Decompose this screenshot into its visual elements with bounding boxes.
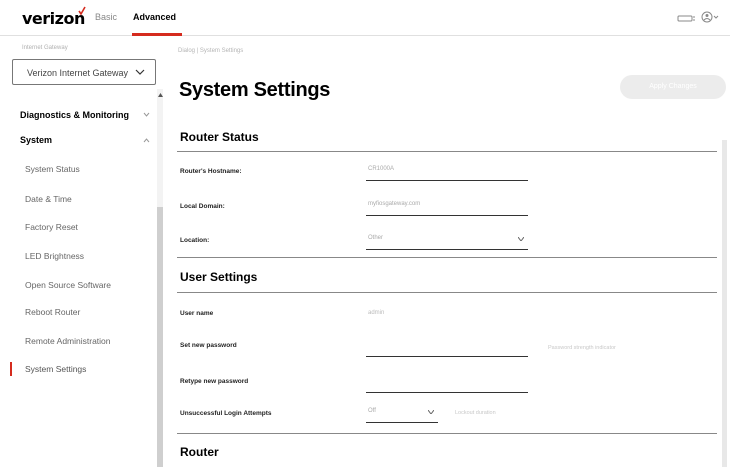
sidebar-item-system-settings[interactable]: System Settings [25,364,86,374]
hostname-label: Router's Hostname: [180,168,242,175]
tab-basic[interactable]: Basic [95,12,117,22]
chevron-down-icon [428,410,434,414]
username-label: User name [180,310,214,317]
sidebar-section-system[interactable]: System [20,135,52,145]
hostname-input[interactable]: CR1000A [366,166,528,181]
retype-password-input[interactable] [366,376,528,393]
sidebar-section-diagnostics[interactable]: Diagnostics & Monitoring [20,110,129,120]
sidebar-item-led-brightness[interactable]: LED Brightness [25,251,84,261]
section-title-user-settings: User Settings [180,270,258,284]
login-attempts-label: Unsuccessful Login Attempts [180,410,272,417]
username-value: admin [368,310,385,316]
lockout-hint: Lockout duration [455,410,496,416]
new-password-input[interactable] [366,340,528,357]
chevron-down-icon [135,69,145,75]
local-domain-label: Local Domain: [180,203,225,210]
apply-button[interactable]: Apply Changes [620,75,726,99]
chevron-up-icon [143,138,150,143]
login-attempts-select[interactable]: Off [366,408,438,423]
chevron-down-icon [143,112,150,117]
sidebar-item-remote-admin[interactable]: Remote Administration [25,336,111,346]
sidebar-caption: Internet Gateway [22,45,68,51]
section-divider [177,257,717,258]
sidebar-scrollbar-thumb[interactable] [157,207,163,467]
chevron-down-icon [518,237,524,241]
retype-password-label: Retype new password [180,378,249,385]
router-icon[interactable] [676,12,696,24]
user-icon[interactable] [701,10,719,24]
sidebar-item-system-status[interactable]: System Status [25,164,80,174]
active-item-indicator [10,362,12,376]
password-strength-hint: Password strength indicator [548,345,616,351]
new-password-label: Set new password [180,342,237,349]
device-select[interactable]: Verizon Internet Gateway [12,59,156,85]
location-select[interactable]: Other [366,235,528,250]
breadcrumb[interactable]: Dialog | System Settings [178,48,243,54]
page-title: System Settings [179,79,331,101]
sidebar-item-factory-reset[interactable]: Factory Reset [25,222,78,232]
verizon-check-icon [78,6,86,16]
sidebar-item-open-source[interactable]: Open Source Software [25,280,111,290]
section-title-router: Router [180,445,219,459]
device-select-value: Verizon Internet Gateway [27,68,129,78]
local-domain-value: myfiosgateway.com [368,201,421,207]
section-divider [177,292,717,293]
verizon-logo[interactable]: verizon [22,9,85,28]
scroll-up-icon[interactable] [158,93,163,97]
active-tab-indicator [132,33,182,36]
sidebar: Internet Gateway Verizon Internet Gatewa… [0,37,164,467]
location-label: Location: [180,237,210,244]
top-bar: verizon Basic Advanced [0,0,730,36]
local-domain-input[interactable]: myfiosgateway.com [366,201,528,216]
section-divider [177,433,717,434]
tab-advanced[interactable]: Advanced [133,12,176,22]
section-title-router-status: Router Status [180,130,259,144]
sidebar-item-reboot-router[interactable]: Reboot Router [25,307,80,317]
main-scrollbar[interactable] [722,140,727,467]
sidebar-item-date-time[interactable]: Date & Time [25,194,72,204]
section-divider [177,151,717,152]
location-value: Other [368,235,384,241]
hostname-value: CR1000A [368,166,395,172]
login-attempts-value: Off [368,408,376,414]
